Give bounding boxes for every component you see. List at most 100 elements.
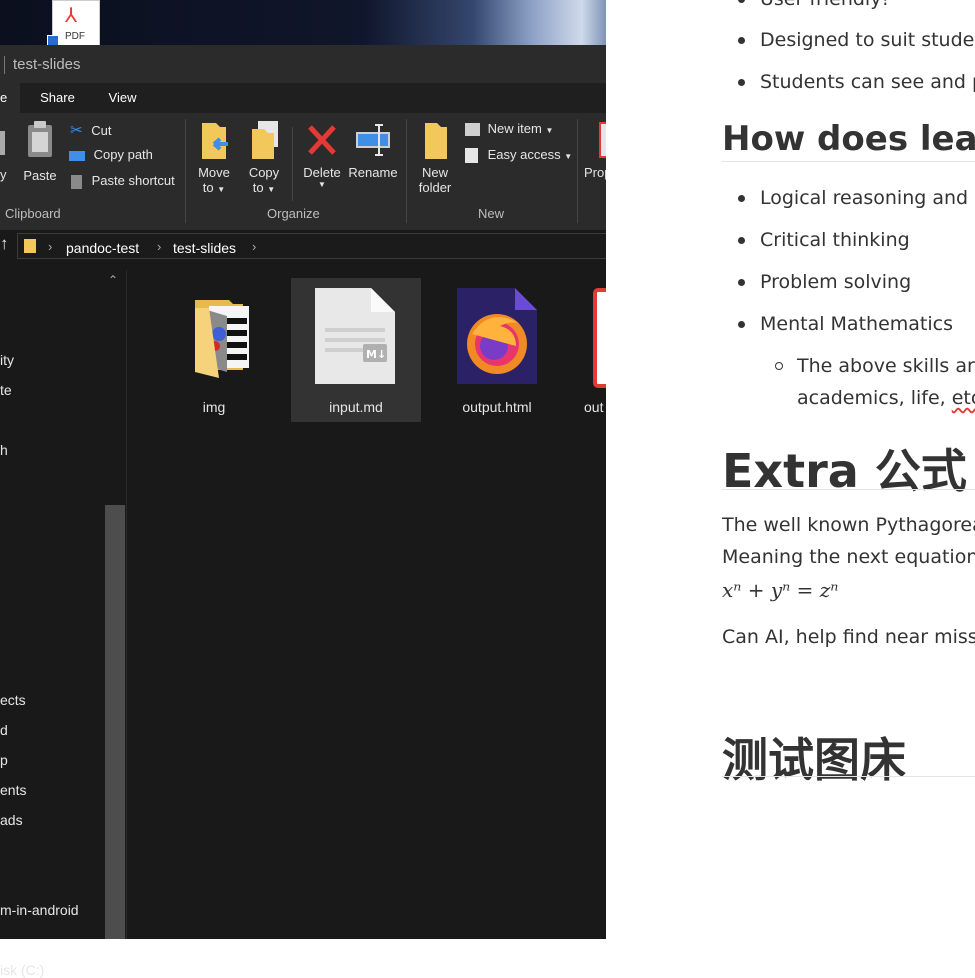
new-folder-icon <box>425 123 447 159</box>
new-folder-button[interactable]: New folder <box>413 119 457 195</box>
file-item-output-html[interactable]: output.html <box>432 278 562 422</box>
paste-label: Paste <box>23 168 57 183</box>
list-item: Critical thinking <box>760 229 910 251</box>
window-title: test-slides <box>13 56 81 73</box>
bullet-icon <box>738 237 745 244</box>
copy-path-label: Copy path <box>93 147 153 162</box>
heading-rule <box>722 489 975 490</box>
partial-ribbon-button[interactable]: y <box>0 121 7 182</box>
move-to-icon <box>202 123 228 159</box>
breadcrumb-pandoc-test[interactable]: pandoc-test <box>66 240 139 256</box>
title-bar: test-slides <box>0 45 606 83</box>
new-folder-label-2: folder <box>418 180 452 195</box>
easy-access-icon <box>465 148 478 164</box>
file-name: img <box>202 399 226 415</box>
rename-icon <box>356 124 390 156</box>
heading-rule <box>722 161 975 162</box>
nav-item[interactable]: m-in-android <box>0 902 79 918</box>
file-item-input-md[interactable]: M↓ input.md <box>291 278 421 422</box>
delete-label: Delete <box>303 165 341 180</box>
properties-icon <box>599 122 606 158</box>
nav-item[interactable]: isk (C:) <box>0 962 44 978</box>
folder-icon <box>195 300 249 378</box>
organize-group-label: Organize <box>267 206 320 221</box>
rename-button[interactable]: Rename <box>348 119 398 180</box>
file-item-img[interactable]: img <box>149 278 279 422</box>
copy-to-label-2: to ▼ <box>252 180 276 195</box>
copy-path-button[interactable]: Copy path <box>69 147 153 162</box>
file-item-out-pdf[interactable]: out <box>573 278 606 422</box>
nav-item[interactable]: d <box>0 722 8 738</box>
pdf-desktop-icon[interactable]: ⅄ PDF <box>47 0 100 45</box>
bullet-icon <box>738 37 745 44</box>
breadcrumb-test-slides[interactable]: test-slides <box>173 240 236 256</box>
chevron-down-icon: ▼ <box>564 152 573 161</box>
shortcut-arrow-icon <box>47 35 59 45</box>
nav-item[interactable]: te <box>0 382 12 398</box>
new-item-label: New item <box>487 121 542 136</box>
file-name: output.html <box>462 399 532 415</box>
list-item: Students can see and p <box>760 71 975 93</box>
paste-shortcut-icon <box>71 174 82 189</box>
address-bar[interactable]: › pandoc-test › test-slides › <box>17 233 607 259</box>
svg-text:M↓: M↓ <box>366 348 386 361</box>
properties-button[interactable]: Prop <box>584 119 606 180</box>
tab-view[interactable]: View <box>95 83 150 113</box>
firefox-icon <box>457 288 537 384</box>
bullet-icon <box>738 195 745 202</box>
nav-item[interactable]: p <box>0 752 8 768</box>
paragraph-line: The well known Pythagorea <box>722 514 975 536</box>
paste-shortcut-button[interactable]: Paste shortcut <box>71 173 175 189</box>
chevron-right-icon: › <box>157 239 162 254</box>
properties-label: Prop <box>584 165 606 180</box>
nav-item[interactable]: ents <box>0 782 26 798</box>
nav-scrollbar-thumb[interactable] <box>105 505 125 939</box>
nav-item[interactable]: h <box>0 442 8 458</box>
up-arrow-icon[interactable]: ↑ <box>0 234 9 254</box>
ribbon-divider <box>292 127 293 201</box>
copy-to-button[interactable]: Copy to ▼ <box>243 119 285 195</box>
ribbon-tabs: e Share View <box>0 83 606 113</box>
move-to-label-1: Move <box>198 165 230 180</box>
section-heading: Extra 公式 <box>722 444 967 498</box>
paste-shortcut-label: Paste shortcut <box>91 173 175 188</box>
chevron-down-icon: ▼ <box>267 185 276 194</box>
nav-item[interactable]: ity <box>0 352 14 368</box>
chevron-right-icon: › <box>252 239 257 254</box>
nav-item[interactable]: ads <box>0 812 23 828</box>
clipboard-icon <box>28 121 52 157</box>
scissors-icon: ✂ <box>70 122 83 139</box>
new-folder-label-1: New <box>421 165 448 180</box>
ribbon-divider <box>406 119 407 223</box>
nav-item[interactable]: ects <box>0 692 26 708</box>
tab-home[interactable]: e <box>0 83 20 113</box>
bullet-icon <box>738 279 745 286</box>
sublist-item-continued: academics, life, etc. <box>797 387 975 409</box>
rename-label: Rename <box>348 165 398 180</box>
markdown-file-icon: M↓ <box>315 288 395 384</box>
section-heading: How does learr <box>722 119 975 159</box>
easy-access-button[interactable]: Easy access ▼ <box>465 147 573 164</box>
new-item-button[interactable]: New item ▼ <box>465 121 553 137</box>
file-list: img M↓ input.md output.html out <box>127 270 606 939</box>
partial-icon <box>0 131 5 155</box>
list-item: User friendly! <box>760 0 889 10</box>
delete-x-icon <box>308 125 336 155</box>
move-to-button[interactable]: Move to ▼ <box>193 119 235 195</box>
copy-to-icon <box>252 121 278 159</box>
delete-button[interactable]: Delete ▼ <box>300 119 344 189</box>
paste-button[interactable]: Paste <box>20 119 60 183</box>
file-explorer-window: test-slides e Share View y Paste ✂ Cut C… <box>0 45 607 978</box>
new-item-icon <box>465 123 480 137</box>
copy-to-label-1: Copy <box>248 165 280 180</box>
ribbon-divider <box>577 119 578 223</box>
tab-share[interactable]: Share <box>20 83 95 113</box>
file-name: out <box>584 399 604 415</box>
acrobat-icon: ⅄ <box>65 3 78 27</box>
list-item: Logical reasoning and S <box>760 187 975 209</box>
new-group-label: New <box>478 206 505 221</box>
paragraph-line: Can AI, help find near misse <box>722 626 975 648</box>
scroll-up-icon[interactable]: ⌃ <box>108 273 118 287</box>
cut-button[interactable]: ✂ Cut <box>70 121 111 139</box>
easy-access-label: Easy access <box>487 147 561 162</box>
